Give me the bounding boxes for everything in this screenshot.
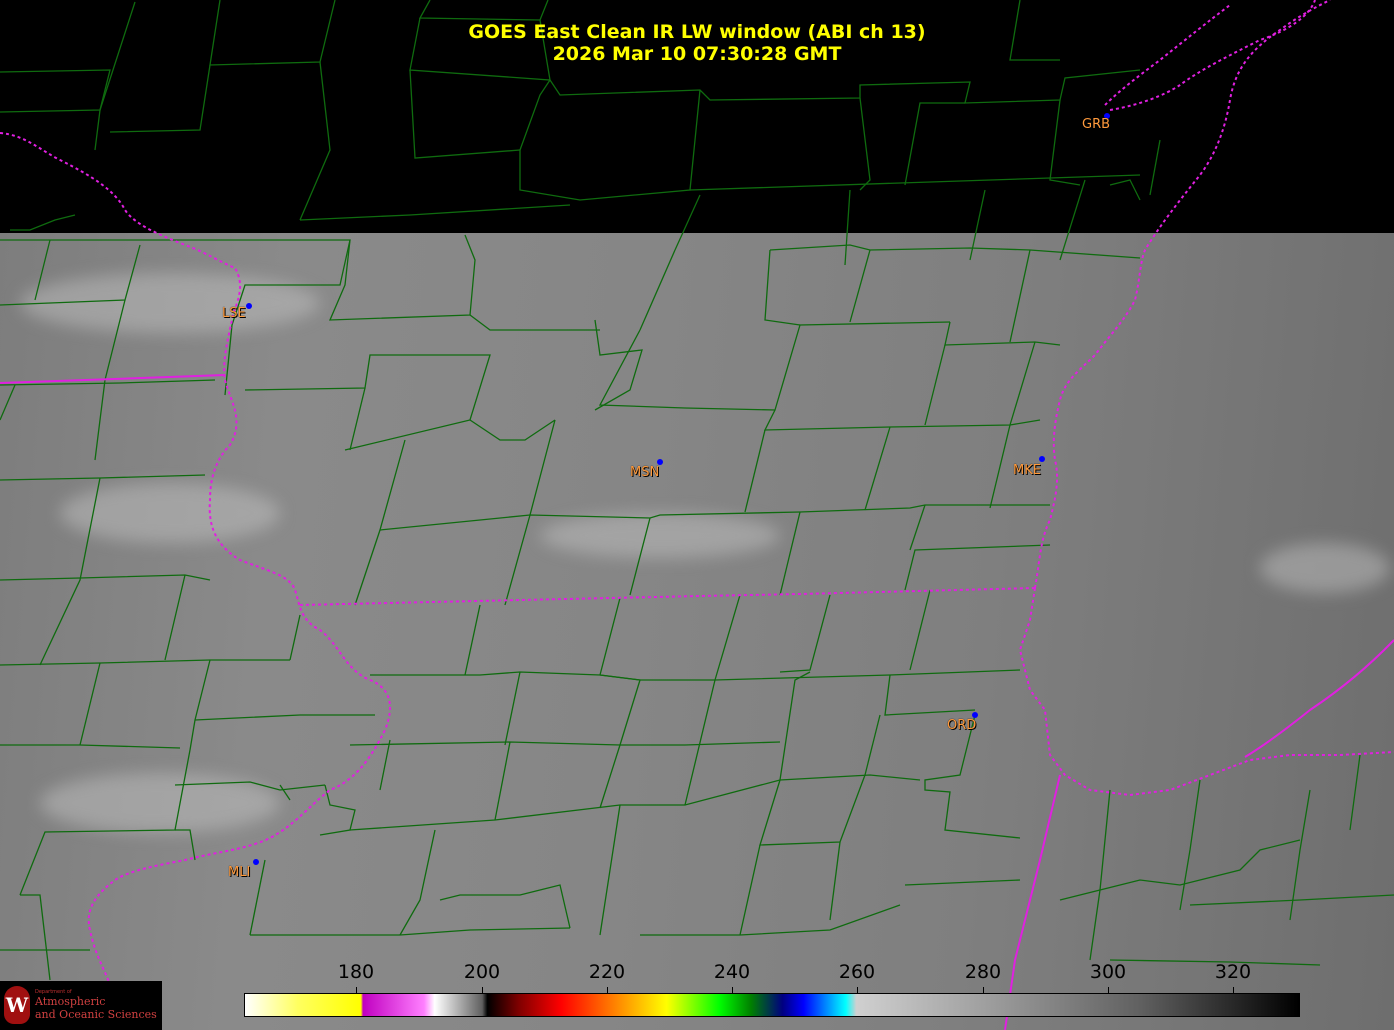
station-label-msn: MSN xyxy=(630,465,660,480)
colorbar-tick-label: 260 xyxy=(838,961,876,983)
state-boundaries xyxy=(0,0,1394,1030)
colorbar-tick-label: 200 xyxy=(463,961,501,983)
uw-crest-icon: W xyxy=(4,986,30,1024)
image-timestamp: 2026 Mar 10 07:30:28 GMT xyxy=(552,43,842,65)
colorbar-tick-label: 180 xyxy=(337,961,375,983)
boundaries-overlay xyxy=(0,0,1394,1030)
station-label-mke: MKE xyxy=(1013,463,1041,478)
temperature-colorbar xyxy=(244,993,1300,1017)
station-marker xyxy=(1039,456,1045,462)
colorbar-tick-label: 280 xyxy=(964,961,1002,983)
county-boundaries xyxy=(0,0,1394,986)
colorbar-tick-label: 220 xyxy=(588,961,626,983)
image-title: GOES East Clean IR LW window (ABI ch 13) xyxy=(468,21,926,43)
logo-line-2: and Oceanic Sciences xyxy=(35,1008,157,1021)
colorbar-tick-label: 240 xyxy=(713,961,751,983)
satellite-map: GOES East Clean IR LW window (ABI ch 13)… xyxy=(0,0,1394,1030)
colorbar-tick-label: 320 xyxy=(1214,961,1252,983)
station-label-mli: MLI xyxy=(228,865,251,880)
logo-line-1: Atmospheric xyxy=(35,995,106,1008)
station-marker xyxy=(253,859,259,865)
colorbar-tick-label: 300 xyxy=(1089,961,1127,983)
station-label-lse: LSE xyxy=(222,306,246,321)
aos-logo: W Department of Atmospheric and Oceanic … xyxy=(0,981,162,1030)
station-label-ord: ORD xyxy=(947,718,977,733)
station-marker xyxy=(246,303,252,309)
station-label-grb: GRB xyxy=(1082,117,1111,132)
